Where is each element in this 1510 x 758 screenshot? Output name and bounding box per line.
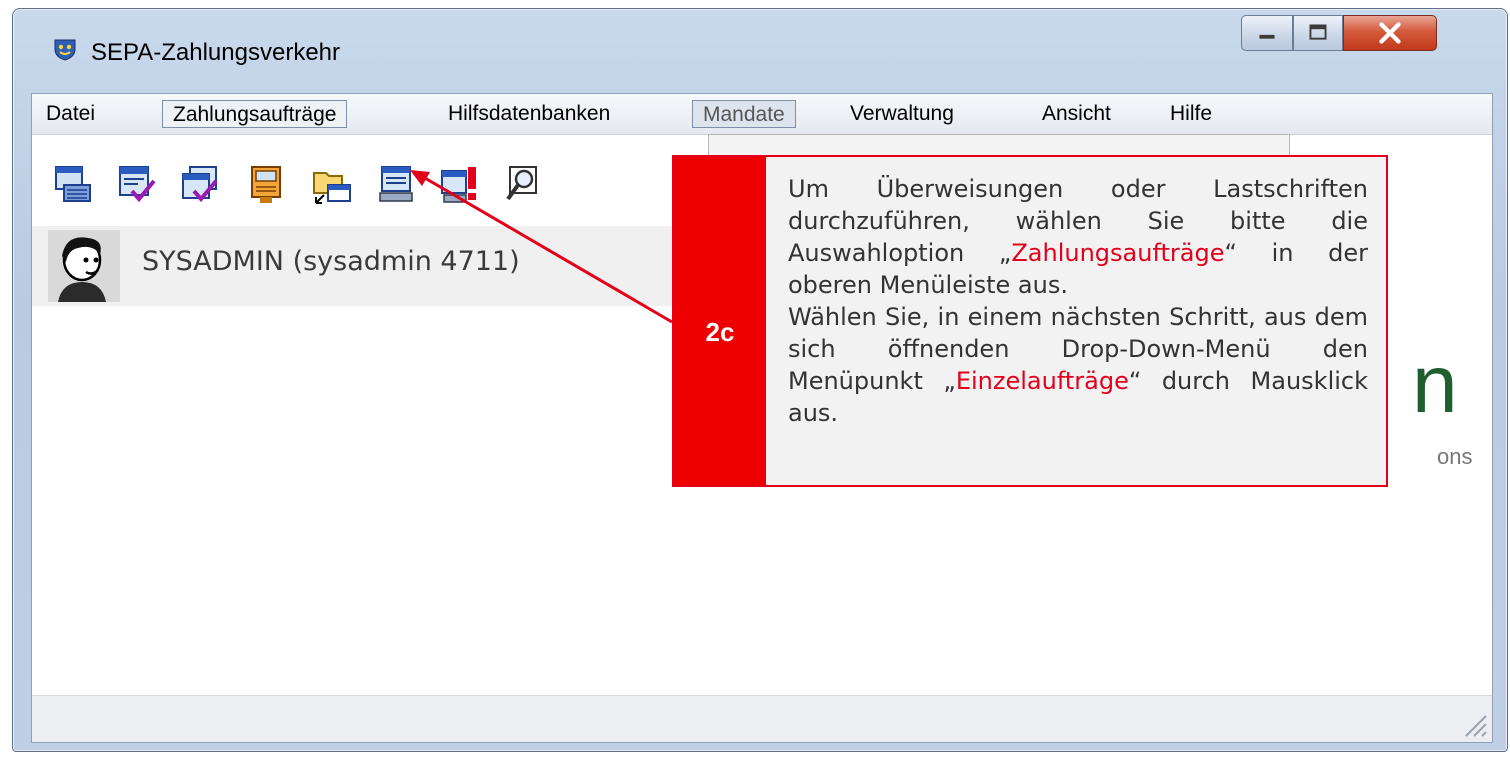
keyboard-form-icon[interactable] <box>52 165 92 205</box>
resize-grip-icon[interactable] <box>1460 710 1488 738</box>
maximize-icon <box>1309 24 1327 40</box>
menu-hilfe[interactable]: Hilfe <box>1160 100 1222 128</box>
menu-verwaltung[interactable]: Verwaltung <box>840 100 964 128</box>
callout-text: Um Überweisungen oder Lastschriften durc… <box>788 173 1368 429</box>
avatar <box>48 230 120 302</box>
close-icon <box>1379 22 1401 44</box>
toolbar <box>32 135 692 223</box>
menu-zahlungsauftraege[interactable]: Zahlungsaufträge <box>162 100 348 128</box>
menu-ansicht[interactable]: Ansicht <box>1032 100 1121 128</box>
computer-form-icon[interactable] <box>376 165 416 205</box>
maximize-button[interactable] <box>1293 15 1343 51</box>
status-bar <box>32 695 1492 742</box>
instruction-callout: 2c Um Überweisungen oder Lastschriften d… <box>672 155 1388 487</box>
form-check-icon[interactable] <box>116 165 156 205</box>
step-badge: 2c <box>674 157 766 485</box>
brand-logo-letter: n <box>1412 339 1458 430</box>
user-bar: SYSADMIN (sysadmin 4711) <box>32 226 692 306</box>
shield-app-icon <box>54 39 76 61</box>
callout-highlight-zahlungsauftraege: Zahlungsaufträge <box>1011 239 1225 267</box>
computer-alert-icon[interactable] <box>440 165 480 205</box>
menu-mandate[interactable]: Mandate <box>692 100 796 128</box>
menu-datei[interactable]: Datei <box>36 100 105 128</box>
minimize-icon <box>1259 34 1275 39</box>
user-label: SYSADMIN (sysadmin 4711) <box>142 246 520 277</box>
minimize-button[interactable] <box>1241 15 1293 51</box>
menu-bar: Datei Zahlungsaufträge Hilfsdatenbanken … <box>32 94 1492 135</box>
title-bar[interactable]: SEPA-Zahlungsverkehr <box>13 9 1507 91</box>
forms-check-icon[interactable] <box>180 165 220 205</box>
close-button[interactable] <box>1343 15 1437 51</box>
brand-logo-subtext: ons <box>1437 444 1473 469</box>
callout-highlight-einzelauftraege: Einzelaufträge <box>955 367 1129 395</box>
step-number: 2c <box>705 317 735 347</box>
folder-transfer-icon[interactable] <box>312 165 352 205</box>
menu-hilfsdatenbanken[interactable]: Hilfsdatenbanken <box>438 100 620 128</box>
archive-box-icon[interactable] <box>246 165 286 205</box>
magnifier-doc-icon[interactable] <box>504 165 544 205</box>
window-title: SEPA-Zahlungsverkehr <box>91 39 340 66</box>
